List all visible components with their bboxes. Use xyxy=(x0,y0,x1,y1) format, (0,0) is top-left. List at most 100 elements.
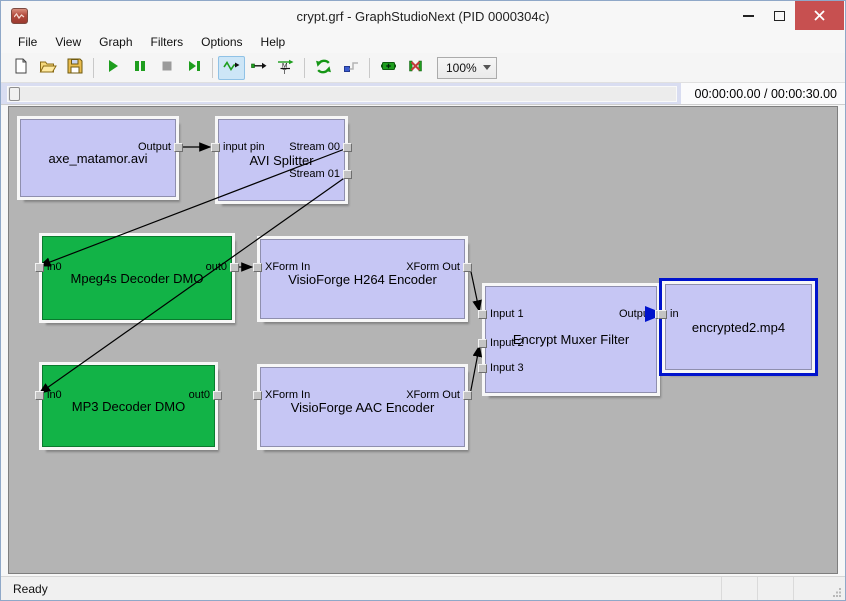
filter-title: axe_matamor.avi xyxy=(49,151,148,166)
new-document-button[interactable] xyxy=(7,56,34,80)
menu-item-filters[interactable]: Filters xyxy=(142,33,193,51)
seek-slider[interactable] xyxy=(7,86,677,102)
pin-label: out0 xyxy=(206,261,227,273)
title-bar: crypt.grf - GraphStudioNext (PID 0000304… xyxy=(1,1,845,31)
filter-mpeg4s-decoder-dmo[interactable]: Mpeg4s Decoder DMOin0out0 xyxy=(42,236,232,320)
menu-bar: File View Graph Filters Options Help xyxy=(1,31,845,53)
pin-input-3[interactable] xyxy=(478,364,487,373)
refresh-filters-icon xyxy=(315,58,332,78)
pin-label: Input 2 xyxy=(490,337,524,349)
toolbar-separator xyxy=(369,58,370,78)
filter-title: AVI Splitter xyxy=(249,153,313,168)
toolbar-buttons: MT xyxy=(7,56,429,80)
remote-graph-button[interactable] xyxy=(337,56,364,80)
pin-label: Output xyxy=(619,308,652,320)
pin-xform-out[interactable] xyxy=(463,391,472,400)
intelligent-connect-button[interactable] xyxy=(218,56,245,80)
menu-item-options[interactable]: Options xyxy=(192,33,251,51)
time-display: 00:00:00.00 / 00:00:30.00 xyxy=(681,83,846,104)
filter-encrypt-muxer-filter[interactable]: Encrypt Muxer FilterInput 1Input 2Input … xyxy=(485,286,657,393)
pin-label: XForm In xyxy=(265,261,310,273)
pin-xform-in[interactable] xyxy=(253,391,262,400)
status-cell xyxy=(721,577,757,600)
resize-grip-icon[interactable] xyxy=(829,577,845,600)
menu-item-help[interactable]: Help xyxy=(252,33,295,51)
remove-connections-button[interactable] xyxy=(402,56,429,80)
pin-input-2[interactable] xyxy=(478,339,487,348)
pin-label: in xyxy=(670,308,679,320)
status-text: Ready xyxy=(1,582,48,596)
status-bar: Ready xyxy=(1,576,845,600)
graph-canvas[interactable]: axe_matamor.aviOutputAVI Splitterinput p… xyxy=(8,106,838,574)
filter-axe-matamor-avi[interactable]: axe_matamor.aviOutput xyxy=(20,119,176,197)
filter-title: MP3 Decoder DMO xyxy=(72,399,185,414)
filter-encrypted2-mp4[interactable]: encrypted2.mp4 in xyxy=(665,284,812,370)
toolbar-separator xyxy=(93,58,94,78)
filter-mp3-decoder-dmo[interactable]: MP3 Decoder DMOin0out0 xyxy=(42,365,215,447)
play-icon xyxy=(105,58,121,77)
pin-label: Stream 01 xyxy=(289,168,340,180)
status-cell xyxy=(793,577,829,600)
insert-filter-icon xyxy=(380,58,397,77)
seek-row: 00:00:00.00 / 00:00:30.00 xyxy=(1,83,845,105)
menu-item-view[interactable]: View xyxy=(46,33,90,51)
zoom-combobox[interactable]: 100% xyxy=(437,57,497,79)
save-file-button[interactable] xyxy=(61,56,88,80)
stop-button[interactable] xyxy=(153,56,180,80)
window-title: crypt.grf - GraphStudioNext (PID 0000304… xyxy=(1,9,845,24)
app-icon xyxy=(11,8,28,24)
pin-label: XForm Out xyxy=(406,261,460,273)
pin-stream-00[interactable] xyxy=(343,143,352,152)
save-file-icon xyxy=(67,58,83,77)
open-file-icon xyxy=(39,59,57,77)
minimize-icon xyxy=(743,15,754,17)
refresh-filters-button[interactable] xyxy=(310,56,337,80)
pin-label: XForm Out xyxy=(406,389,460,401)
toolbar: MT 100% xyxy=(1,53,845,83)
pin-label: Input 1 xyxy=(490,308,524,320)
filter-visioforge-h264-encoder[interactable]: VisioForge H264 EncoderXForm InXForm Out xyxy=(260,239,465,319)
remove-connections-icon xyxy=(407,58,424,77)
pause-icon xyxy=(132,58,148,77)
filter-title: Mpeg4s Decoder DMO xyxy=(71,271,204,286)
toolbar-separator xyxy=(212,58,213,78)
close-button[interactable] xyxy=(795,1,844,30)
seek-thumb[interactable] xyxy=(9,87,20,101)
status-cell xyxy=(757,577,793,600)
insert-filter-button[interactable] xyxy=(375,56,402,80)
maximize-button[interactable] xyxy=(764,1,795,30)
play-button[interactable] xyxy=(99,56,126,80)
pin-xform-in[interactable] xyxy=(253,263,262,272)
intelligent-connect-icon xyxy=(223,58,240,77)
pin-out0[interactable] xyxy=(213,391,222,400)
direct-connect-button[interactable] xyxy=(245,56,272,80)
filter-avi-splitter[interactable]: AVI Splitterinput pinStream 00Stream 01 xyxy=(218,119,345,201)
pin-in0[interactable] xyxy=(35,391,44,400)
render-pin-button[interactable]: MT xyxy=(272,56,299,80)
menu-item-graph[interactable]: Graph xyxy=(90,33,141,51)
step-icon xyxy=(186,58,202,77)
new-document-icon xyxy=(13,58,29,77)
filter-title: encrypted2.mp4 xyxy=(692,320,785,335)
connection[interactable] xyxy=(470,267,479,311)
step-button[interactable] xyxy=(180,56,207,80)
direct-connect-icon xyxy=(251,58,267,77)
pin-label: out0 xyxy=(189,389,210,401)
pin-stream-01[interactable] xyxy=(343,170,352,179)
pin-in[interactable] xyxy=(658,310,667,319)
pin-output[interactable] xyxy=(174,143,183,152)
canvas-outer: axe_matamor.aviOutputAVI Splitterinput p… xyxy=(1,105,845,576)
open-file-button[interactable] xyxy=(34,56,61,80)
pin-in0[interactable] xyxy=(35,263,44,272)
pin-input-pin[interactable] xyxy=(211,143,220,152)
pin-label: XForm In xyxy=(265,389,310,401)
pin-input-1[interactable] xyxy=(478,310,487,319)
pin-label: Stream 00 xyxy=(289,141,340,153)
filter-visioforge-aac-encoder[interactable]: VisioForge AAC EncoderXForm InXForm Out xyxy=(260,367,465,447)
pause-button[interactable] xyxy=(126,56,153,80)
menu-item-file[interactable]: File xyxy=(9,33,46,51)
pin-out0[interactable] xyxy=(230,263,239,272)
minimize-button[interactable] xyxy=(733,1,764,30)
pin-xform-out[interactable] xyxy=(463,263,472,272)
zoom-value: 100% xyxy=(446,61,477,75)
